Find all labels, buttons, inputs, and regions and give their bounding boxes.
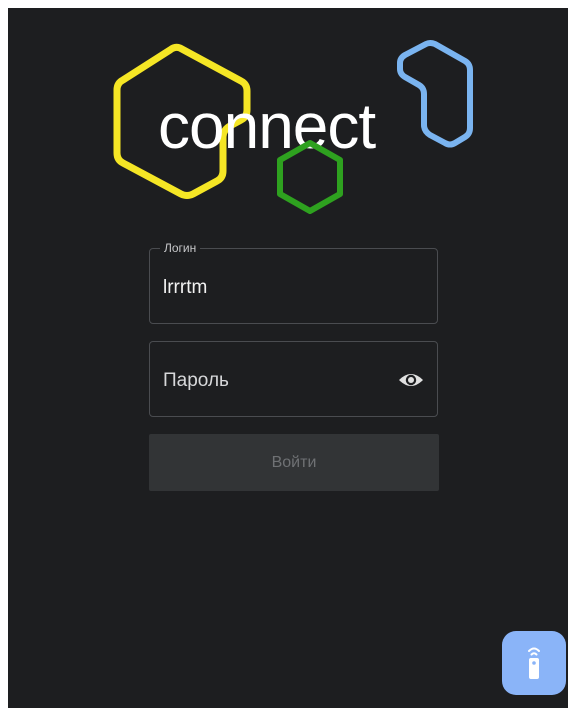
password-field-placeholder: Пароль	[163, 370, 229, 391]
remote-control-icon	[528, 647, 540, 679]
login-field-value[interactable]: lrrrtm	[163, 277, 207, 299]
login-screen: connect Логин lrrrtm Пароль Войти	[8, 8, 568, 708]
connect-logo: connect	[108, 36, 488, 226]
login-button[interactable]: Войти	[149, 434, 439, 491]
login-field-label: Логин	[160, 241, 201, 255]
eye-icon[interactable]	[397, 368, 425, 392]
remote-control-button[interactable]	[502, 631, 566, 695]
login-field[interactable]: Логин lrrrtm	[149, 241, 438, 324]
password-field[interactable]: Пароль	[149, 341, 438, 417]
blue-hexagon-shape	[397, 40, 473, 148]
logo-wordmark: connect	[158, 90, 376, 162]
